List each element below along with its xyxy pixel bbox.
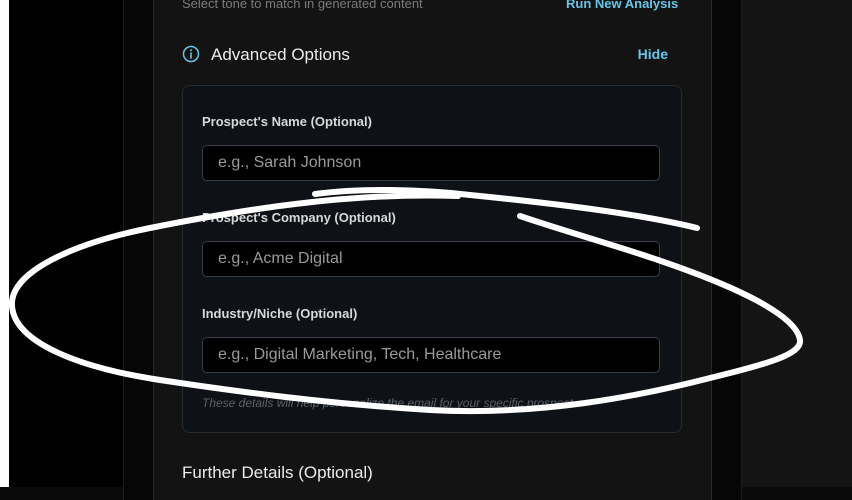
further-details-heading: Further Details (Optional): [182, 463, 373, 482]
industry-niche-label: Industry/Niche (Optional): [202, 306, 358, 321]
tone-hint-text: Select tone to match in generated conten…: [182, 0, 423, 11]
run-new-analysis-link[interactable]: Run New Analysis: [566, 0, 678, 11]
personalization-helper-text: These details will help personalize the …: [202, 396, 573, 410]
industry-niche-input[interactable]: [202, 337, 660, 373]
info-circle-icon: [182, 45, 200, 63]
advanced-options-header[interactable]: Advanced Options Hide: [182, 44, 668, 66]
right-background-strip: [741, 0, 852, 487]
hide-advanced-button[interactable]: Hide: [638, 46, 668, 62]
advanced-options-title: Advanced Options: [211, 45, 350, 64]
prospect-name-label: Prospect's Name (Optional): [202, 114, 372, 129]
prospect-company-input[interactable]: [202, 241, 660, 277]
left-edge-strip: [0, 0, 9, 487]
prospect-company-label: Prospect's Company (Optional): [202, 210, 396, 225]
prospect-name-input[interactable]: [202, 145, 660, 181]
